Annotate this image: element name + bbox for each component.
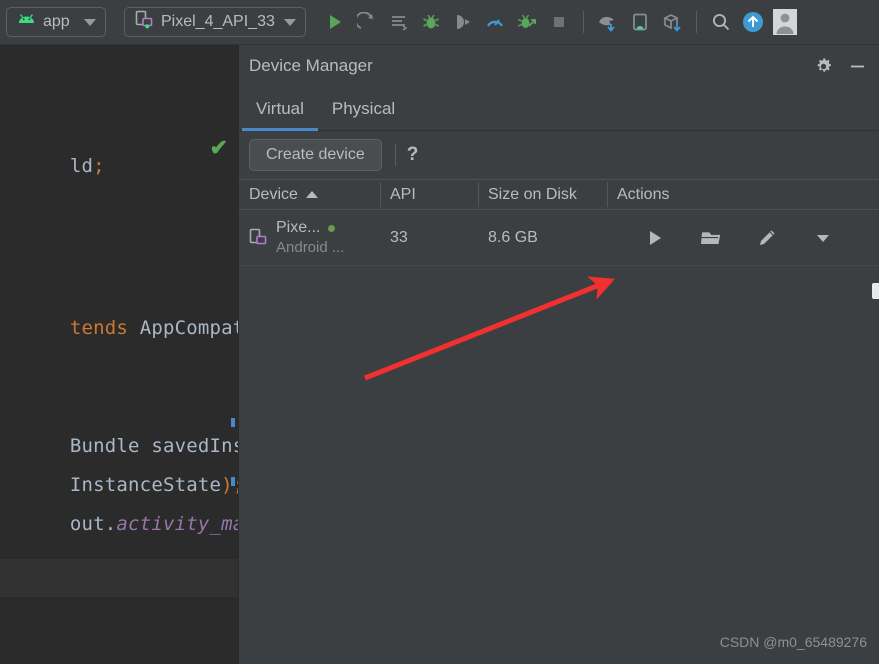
- panel-header-actions: [809, 52, 879, 80]
- run-with-coverage-button[interactable]: [512, 7, 542, 37]
- table-row[interactable]: Pixe... Android ... 33 8.6 GB: [239, 210, 879, 266]
- toolbar-actions: [320, 7, 800, 37]
- more-actions-button[interactable]: [810, 225, 836, 251]
- cell-device: Pixe... Android ...: [239, 210, 380, 266]
- avd-manager-button[interactable]: [625, 7, 655, 37]
- minimize-icon[interactable]: [843, 52, 871, 80]
- tab-virtual[interactable]: Virtual: [242, 87, 318, 131]
- help-button[interactable]: ?: [407, 144, 419, 166]
- device-selector[interactable]: Pixel_4_API_33: [124, 7, 306, 37]
- code-token: ld: [69, 155, 94, 177]
- search-everywhere-button[interactable]: [706, 7, 736, 37]
- code-line: out.activity_main: [0, 491, 238, 557]
- code-editor[interactable]: ld; tends AppCompatAc Bundle savedInsta …: [0, 45, 238, 664]
- launch-device-button[interactable]: [642, 225, 668, 251]
- device-status-dot: [328, 224, 336, 232]
- device-table: Device API Size on Disk Actions Pixe... …: [239, 179, 879, 266]
- column-header-api[interactable]: API: [380, 179, 478, 210]
- editor-highlight-band: [0, 559, 238, 597]
- code-token: ;: [93, 155, 105, 177]
- table-header-row: Device API Size on Disk Actions: [239, 179, 879, 210]
- code-token: AppCompatAc: [139, 317, 238, 339]
- tab-label: Physical: [331, 98, 396, 118]
- device-manager-actionbar: Create device ?: [239, 131, 879, 179]
- device-name: Pixe...: [276, 219, 321, 236]
- device-subtitle: Android ...: [276, 239, 345, 256]
- update-button[interactable]: [738, 7, 768, 37]
- chevron-down-icon: [84, 18, 96, 26]
- main-toolbar: app Pixel_4_API_33: [0, 0, 879, 45]
- show-on-disk-button[interactable]: [698, 225, 724, 251]
- actionbar-divider: [394, 144, 396, 166]
- android-head-icon: [17, 13, 36, 32]
- apply-changes-button[interactable]: [352, 7, 382, 37]
- tab-label: Virtual: [256, 98, 304, 118]
- code-token: activity_main: [116, 513, 238, 535]
- cell-actions: [607, 210, 879, 266]
- sdk-manager-button[interactable]: [657, 7, 687, 37]
- column-header-actions[interactable]: Actions: [607, 179, 879, 210]
- column-header-size-on-disk[interactable]: Size on Disk: [478, 179, 607, 210]
- watermark: CSDN @m0_65489276: [719, 634, 867, 650]
- device-phone-icon: [135, 10, 154, 34]
- device-selector-label: Pixel_4_API_33: [161, 13, 275, 30]
- api-level: 33: [390, 228, 408, 246]
- create-device-label: Create device: [266, 146, 365, 163]
- device-phone-icon: [249, 228, 268, 247]
- device-name-block: Pixe... Android ...: [276, 219, 344, 256]
- module-selector[interactable]: app: [6, 7, 106, 37]
- code-token: tends: [69, 317, 140, 339]
- apply-code-changes-button[interactable]: [384, 7, 414, 37]
- edit-device-button[interactable]: [754, 225, 780, 251]
- device-manager-header: Device Manager: [239, 45, 879, 87]
- toolbar-divider: [696, 11, 697, 33]
- code-token: out.: [69, 513, 117, 535]
- inspection-ok-icon[interactable]: ✔: [210, 137, 228, 159]
- toolbar-divider: [583, 11, 584, 33]
- code-line: ld;: [0, 133, 105, 199]
- column-header-label: Device: [249, 185, 298, 203]
- debug-button[interactable]: [416, 7, 446, 37]
- gear-icon[interactable]: [809, 52, 837, 80]
- device-manager-tabs: Virtual Physical: [239, 87, 879, 131]
- cell-size-on-disk: 8.6 GB: [478, 210, 607, 266]
- device-name-line: Pixe...: [276, 219, 344, 237]
- account-avatar[interactable]: [770, 7, 800, 37]
- tab-physical[interactable]: Physical: [318, 87, 409, 131]
- page-title: Device Manager: [249, 56, 373, 75]
- column-header-label: Size on Disk: [488, 185, 577, 203]
- run-button[interactable]: [320, 7, 350, 37]
- column-header-device[interactable]: Device: [239, 179, 380, 210]
- module-selector-label: app: [43, 13, 70, 30]
- column-header-label: Actions: [617, 185, 670, 203]
- app-window: app Pixel_4_API_33 ld; tends AppCompa Bu…: [0, 0, 879, 664]
- stop-button[interactable]: [544, 7, 574, 37]
- chevron-down-icon: [284, 18, 296, 26]
- attach-debugger-button[interactable]: [448, 7, 478, 37]
- size-on-disk: 8.6 GB: [488, 228, 538, 246]
- create-device-button[interactable]: Create device: [249, 139, 382, 171]
- sync-gradle-button[interactable]: [593, 7, 623, 37]
- column-header-label: API: [390, 185, 416, 203]
- cell-api: 33: [380, 210, 478, 266]
- code-line: tends AppCompatAc: [0, 295, 238, 361]
- profiler-button[interactable]: [480, 7, 510, 37]
- sort-ascending-icon: [305, 191, 318, 198]
- edge-overlay-sliver: [872, 283, 879, 299]
- device-manager-panel: Device Manager Virtual Physical Create d…: [238, 45, 879, 664]
